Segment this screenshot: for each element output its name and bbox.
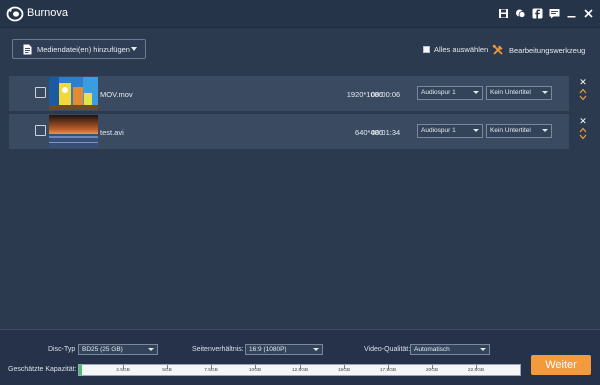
- edit-tool-label: Bearbeitungswerkzeug: [509, 45, 586, 55]
- subtitle-value: Kein Untertitel: [490, 127, 531, 134]
- chevron-down-icon: [148, 348, 154, 351]
- capacity-label: Geschätzte Kapazität:: [8, 366, 77, 373]
- title-bar: Burnova: [0, 0, 600, 28]
- capacity-tick-label: 10GB: [248, 368, 262, 373]
- row-controls: ✕: [577, 78, 589, 101]
- capacity-used-fill: [79, 365, 82, 375]
- file-checkbox[interactable]: [35, 125, 46, 136]
- capacity-bar: 2.5GB 5GB 7.5GB 10GB 12.5GB 15GB 17.5GB 20GB 22.…: [78, 364, 521, 376]
- select-all-checkbox[interactable]: Alles auswählen: [423, 45, 488, 54]
- minimize-icon[interactable]: [566, 8, 577, 19]
- file-duration: 00:01:34: [371, 128, 401, 137]
- feedback-icon[interactable]: [549, 8, 560, 19]
- facebook-icon[interactable]: [532, 8, 543, 19]
- move-down-icon[interactable]: [579, 95, 587, 101]
- move-up-icon[interactable]: [579, 88, 587, 94]
- move-down-icon[interactable]: [579, 134, 587, 140]
- file-name: test.avi: [100, 128, 124, 137]
- subtitle-select[interactable]: Kein Untertitel: [486, 86, 552, 100]
- disc-type-label: Disc-Typ: [48, 346, 76, 353]
- tools-icon: [492, 44, 503, 55]
- bottom-bar: Disc-Typ BD25 (25 GB) Seitenverhältnis: …: [0, 329, 600, 385]
- chevron-down-icon: [542, 129, 548, 132]
- capacity-tick-label: 7.5GB: [204, 368, 218, 373]
- row-controls: ✕: [577, 117, 589, 140]
- burnova-logo-icon: [6, 6, 24, 22]
- aspect-ratio-label: Seitenverhältnis:: [192, 346, 244, 353]
- chat-icon[interactable]: [515, 8, 526, 19]
- disc-type-select[interactable]: BD25 (25 GB): [78, 344, 158, 355]
- chevron-down-icon: [473, 91, 479, 94]
- select-all-label: Alles auswählen: [434, 45, 489, 54]
- file-row: test.avi 640*480 00:01:34 Audiospur 1 Ke…: [9, 114, 569, 149]
- file-checkbox[interactable]: [35, 87, 46, 98]
- aspect-ratio-select[interactable]: 16:9 (1080P): [245, 344, 323, 355]
- video-thumbnail[interactable]: [49, 115, 98, 148]
- add-media-button[interactable]: Mediendatei(en) hinzufügen: [12, 39, 146, 59]
- aspect-ratio-value: 16:9 (1080P): [249, 346, 287, 353]
- capacity-tick-label: 2.5GB: [116, 368, 130, 373]
- chevron-down-icon: [313, 348, 319, 351]
- capacity-tick-label: 22.5GB: [467, 368, 485, 373]
- app-title: Burnova: [27, 7, 68, 19]
- capacity-tick-label: 15GB: [337, 368, 351, 373]
- subtitle-select[interactable]: Kein Untertitel: [486, 124, 552, 138]
- chevron-down-icon: [131, 47, 137, 51]
- audio-track-select[interactable]: Audiospur 1: [417, 124, 483, 138]
- add-file-icon: [23, 44, 32, 54]
- disc-type-value: BD25 (25 GB): [82, 346, 123, 353]
- video-thumbnail[interactable]: [49, 77, 98, 110]
- capacity-tick-label: 12.5GB: [291, 368, 309, 373]
- subtitle-value: Kein Untertitel: [490, 89, 531, 96]
- audio-track-select[interactable]: Audiospur 1: [417, 86, 483, 100]
- audio-track-value: Audiospur 1: [421, 127, 456, 134]
- file-row: MOV.mov 1920*1080 00:00:06 Audiospur 1 K…: [9, 76, 569, 111]
- capacity-tick-label: 5GB: [162, 368, 172, 373]
- audio-track-value: Audiospur 1: [421, 89, 456, 96]
- video-quality-select[interactable]: Automatisch: [410, 344, 490, 355]
- next-button[interactable]: Weiter: [531, 355, 591, 375]
- save-icon[interactable]: [498, 8, 509, 19]
- video-quality-label: Video-Qualität:: [364, 346, 411, 353]
- remove-file-icon[interactable]: ✕: [577, 78, 589, 87]
- chevron-down-icon: [542, 91, 548, 94]
- edit-tool-button[interactable]: Bearbeitungswerkzeug: [492, 44, 585, 56]
- add-media-label: Mediendatei(en) hinzufügen: [37, 44, 130, 54]
- chevron-down-icon: [480, 348, 486, 351]
- video-quality-value: Automatisch: [414, 346, 450, 353]
- close-icon[interactable]: [583, 8, 594, 19]
- capacity-tick-label: 17.5GB: [379, 368, 397, 373]
- select-all-box[interactable]: [423, 46, 430, 53]
- chevron-down-icon: [473, 129, 479, 132]
- move-up-icon[interactable]: [579, 127, 587, 133]
- file-name: MOV.mov: [100, 90, 133, 99]
- titlebar-icons: [498, 8, 594, 19]
- file-duration: 00:00:06: [371, 90, 401, 99]
- capacity-tick-label: 20GB: [425, 368, 439, 373]
- remove-file-icon[interactable]: ✕: [577, 117, 589, 126]
